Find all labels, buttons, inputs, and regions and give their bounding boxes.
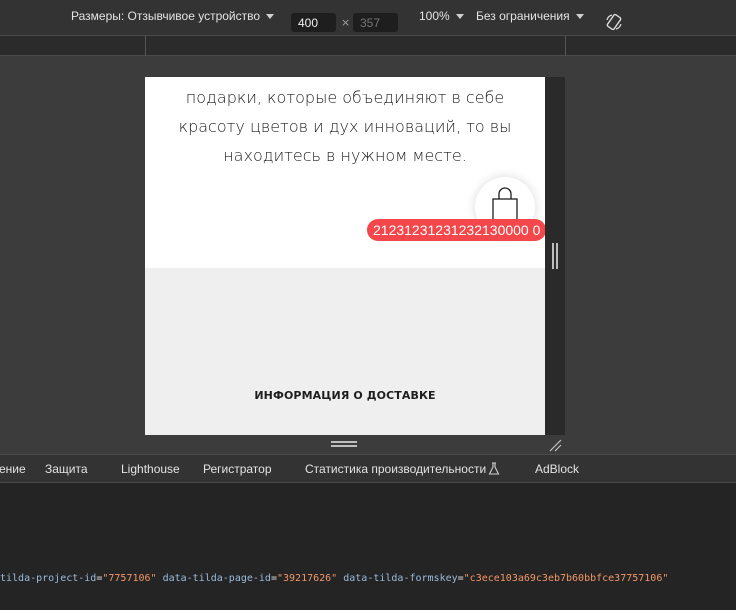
tab-application[interactable]: ение <box>0 462 26 476</box>
corner-resize-icon[interactable] <box>548 438 562 452</box>
height-input[interactable] <box>353 13 398 32</box>
intro-text-line: находитесь в нужном месте. <box>223 146 467 165</box>
cart-count-badge: 21231231231232130000 0 <box>367 219 545 241</box>
attribute-value: "c3ece103a69c3eb7b60bbfce37757106" <box>463 573 669 584</box>
tab-lighthouse[interactable]: Lighthouse <box>121 462 180 476</box>
elements-panel: tilda-project-id="7757106" data-tilda-pa… <box>0 483 736 610</box>
right-resize-handle[interactable] <box>552 243 558 269</box>
attribute-name: data-tilda-formskey <box>343 573 458 584</box>
attribute-name: tilda-project-id <box>0 573 97 584</box>
devtools-tab-bar: ение Защита Lighthouse Регистратор Стати… <box>0 454 736 483</box>
dimensions-dropdown[interactable]: Размеры: Отзывчивое устройство <box>71 9 275 23</box>
media-query-bar <box>0 36 736 56</box>
rotate-icon[interactable] <box>604 12 624 32</box>
times-separator: × <box>341 16 351 29</box>
code-line[interactable]: tilda-project-id="7757106" data-tilda-pa… <box>0 573 668 584</box>
intro-text: подарки, которые объединяют в себе красо… <box>145 83 545 170</box>
throttling-dropdown[interactable]: Без ограничения <box>476 9 584 23</box>
device-frame: подарки, которые объединяют в себе красо… <box>145 77 565 447</box>
throttling-label: Без ограничения <box>476 9 570 23</box>
zoom-dropdown[interactable]: 100% <box>419 9 464 23</box>
attribute-name: data-tilda-page-id <box>162 573 271 584</box>
tab-performance-insights[interactable]: Статистика производительности <box>305 462 486 476</box>
delivery-section: ИНФОРМАЦИЯ О ДОСТАВКЕ <box>145 268 545 435</box>
page-viewport: подарки, которые объединяют в себе красо… <box>145 77 545 435</box>
dimensions-label: Размеры: Отзывчивое устройство <box>71 9 261 23</box>
delivery-title[interactable]: ИНФОРМАЦИЯ О ДОСТАВКЕ <box>145 389 545 402</box>
chevron-down-icon <box>575 14 584 20</box>
tab-adblock[interactable]: AdBlock <box>535 462 579 476</box>
intro-text-line: красоту цветов и дух инноваций, то вы <box>178 117 512 136</box>
chevron-down-icon <box>455 14 464 20</box>
tab-security[interactable]: Защита <box>45 462 88 476</box>
flask-icon <box>488 462 500 475</box>
intro-text-line: подарки, которые объединяют в себе <box>185 88 505 107</box>
attribute-value: "7757106" <box>102 573 157 584</box>
attribute-value: "39217626" <box>276 573 338 584</box>
chevron-down-icon <box>266 14 275 20</box>
viewport-area: подарки, которые объединяют в себе красо… <box>0 57 736 453</box>
bottom-resize-handle[interactable] <box>331 441 357 447</box>
zoom-label: 100% <box>419 9 450 23</box>
tab-recorder[interactable]: Регистратор <box>203 462 272 476</box>
width-input[interactable] <box>291 13 336 32</box>
device-toolbar: Размеры: Отзывчивое устройство × 100% Бе… <box>0 0 736 36</box>
